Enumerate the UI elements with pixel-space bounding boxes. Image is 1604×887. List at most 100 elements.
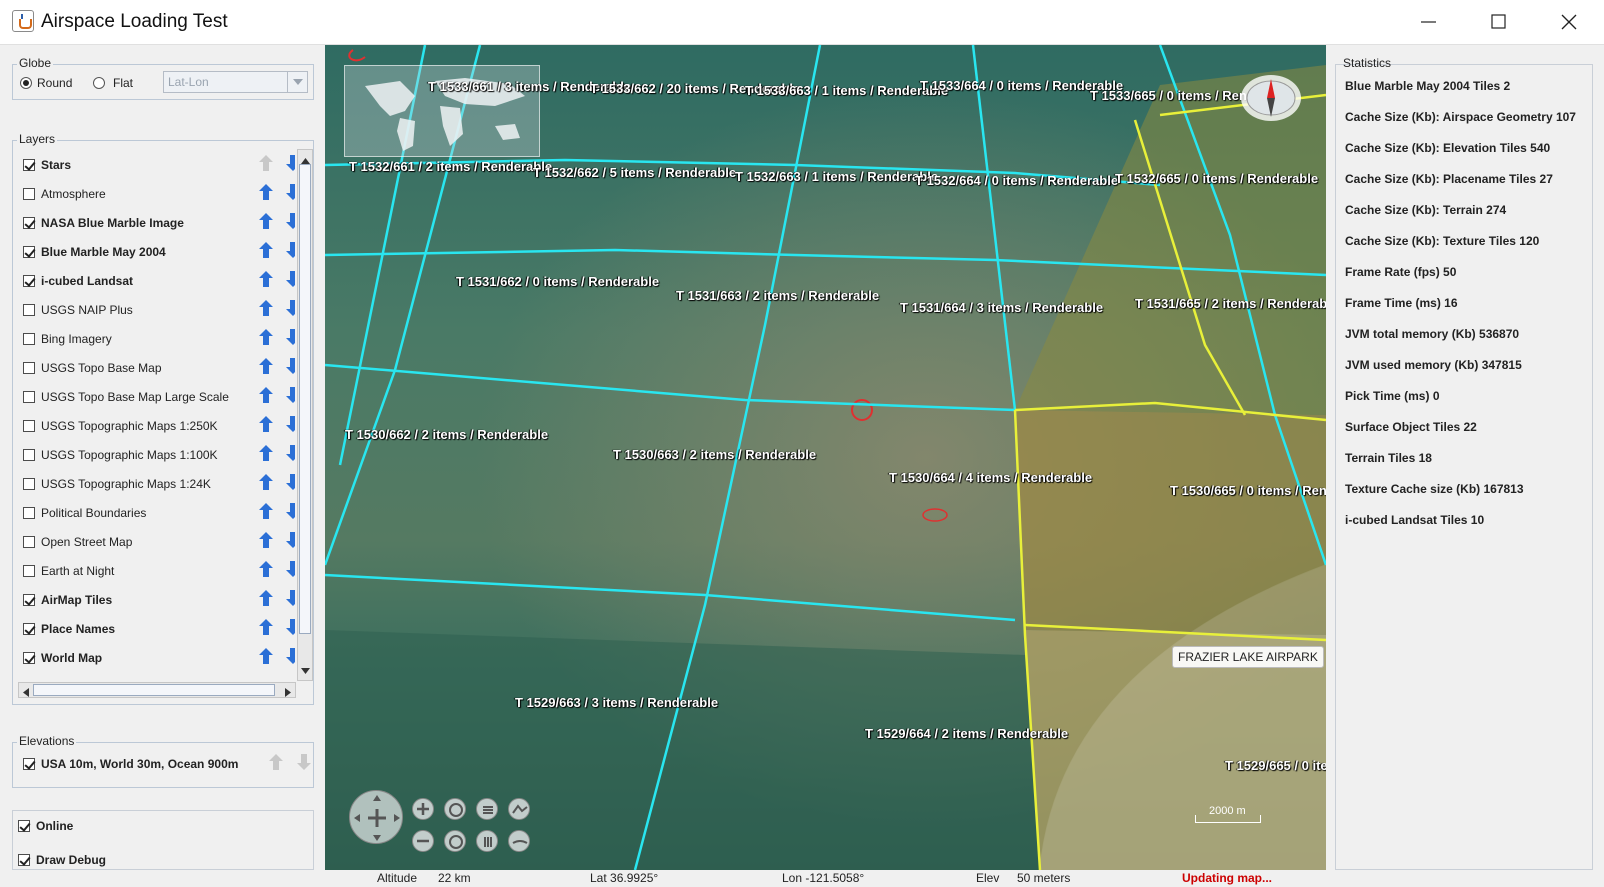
move-layer-down-icon[interactable] (286, 271, 295, 289)
layer-row[interactable]: Political Boundaries (23, 501, 295, 525)
move-layer-down-icon[interactable] (286, 213, 295, 231)
layer-row[interactable]: USGS Topographic Maps 1:24K (23, 472, 295, 496)
layer-row[interactable]: NASA Blue Marble Image (23, 211, 295, 235)
pan-control[interactable] (349, 790, 403, 844)
move-layer-down-icon[interactable] (286, 445, 295, 463)
projection-dropdown[interactable]: Lat-Lon (163, 71, 308, 93)
tilt-down-button[interactable] (476, 830, 498, 852)
move-layer-down-icon[interactable] (286, 619, 295, 637)
chevron-down-icon[interactable] (287, 72, 307, 92)
layer-checkbox[interactable] (23, 362, 35, 374)
layer-checkbox[interactable] (23, 275, 35, 287)
move-layer-up-icon[interactable] (259, 474, 275, 492)
layers-horizontal-scrollbar[interactable] (18, 682, 296, 698)
layers-vertical-scrollbar[interactable] (297, 149, 313, 681)
move-layer-down-icon[interactable] (286, 416, 295, 434)
move-layer-down-icon[interactable] (286, 300, 295, 318)
minimize-button[interactable] (1394, 0, 1464, 45)
layer-row[interactable]: Stars (23, 153, 295, 177)
zoom-in-button[interactable] (412, 798, 434, 820)
layer-row[interactable]: USGS Topo Base Map (23, 356, 295, 380)
layer-row[interactable]: Place Names (23, 617, 295, 641)
layer-checkbox[interactable] (23, 246, 35, 258)
move-layer-down-icon[interactable] (286, 532, 295, 550)
online-checkbox[interactable] (18, 820, 30, 832)
round-radio-option[interactable]: Round (20, 76, 72, 90)
flat-radio-option[interactable]: Flat (93, 76, 133, 90)
layer-checkbox[interactable] (23, 420, 35, 432)
move-layer-up-icon[interactable] (259, 590, 275, 608)
move-layer-down-icon[interactable] (286, 358, 295, 376)
layer-checkbox[interactable] (23, 188, 35, 200)
layer-checkbox[interactable] (23, 565, 35, 577)
move-layer-up-icon[interactable] (259, 213, 275, 231)
move-layer-down-icon[interactable] (286, 503, 295, 521)
elevation-row[interactable]: USA 10m, World 30m, Ocean 900m (23, 754, 311, 771)
exaggeration-down-button[interactable] (508, 830, 530, 852)
layer-checkbox[interactable] (23, 507, 35, 519)
layer-checkbox[interactable] (23, 623, 35, 635)
close-button[interactable] (1534, 0, 1604, 45)
rotate-left-button[interactable] (444, 798, 466, 820)
move-layer-down-icon[interactable] (286, 329, 295, 347)
layer-row[interactable]: Atmosphere (23, 182, 295, 206)
move-layer-up-icon[interactable] (259, 561, 275, 579)
exaggeration-up-button[interactable] (508, 798, 530, 820)
layer-checkbox[interactable] (23, 536, 35, 548)
layer-checkbox[interactable] (23, 478, 35, 490)
layers-hscroll-thumb[interactable] (33, 684, 275, 696)
move-layer-up-icon[interactable] (259, 416, 275, 434)
online-option[interactable]: Online (18, 819, 73, 833)
scroll-left-icon[interactable] (23, 686, 29, 700)
layer-row[interactable]: Open Street Map (23, 530, 295, 554)
layer-row[interactable]: Bing Imagery (23, 327, 295, 351)
layer-row[interactable]: USGS Topographic Maps 1:250K (23, 414, 295, 438)
layer-checkbox[interactable] (23, 159, 35, 171)
layer-row[interactable]: Earth at Night (23, 559, 295, 583)
layer-row[interactable]: World Map (23, 646, 295, 670)
move-layer-up-icon[interactable] (259, 358, 275, 376)
layer-row[interactable]: USGS Topo Base Map Large Scale (23, 385, 295, 409)
move-layer-up-icon[interactable] (259, 271, 275, 289)
zoom-out-button[interactable] (412, 830, 434, 852)
layer-checkbox[interactable] (23, 391, 35, 403)
flat-radio[interactable] (93, 77, 105, 89)
move-layer-up-icon[interactable] (259, 619, 275, 637)
draw-debug-option[interactable]: Draw Debug (18, 853, 106, 867)
move-layer-up-icon[interactable] (259, 387, 275, 405)
layer-row[interactable]: USGS Topographic Maps 1:100K (23, 443, 295, 467)
layer-row[interactable]: Blue Marble May 2004 (23, 240, 295, 264)
compass[interactable] (1241, 75, 1301, 121)
rotate-right-button[interactable] (444, 830, 466, 852)
move-layer-up-icon[interactable] (259, 503, 275, 521)
move-layer-up-icon[interactable] (259, 532, 275, 550)
layer-row[interactable]: USGS NAIP Plus (23, 298, 295, 322)
move-layer-up-icon[interactable] (259, 445, 275, 463)
layer-row[interactable]: AirMap Tiles (23, 588, 295, 612)
move-layer-down-icon[interactable] (286, 184, 295, 202)
world-map-view[interactable]: T 1533/661 / 3 items / Renderable T 1533… (325, 45, 1326, 870)
move-layer-down-icon[interactable] (286, 242, 295, 260)
move-layer-down-icon[interactable] (286, 561, 295, 579)
move-layer-down-icon[interactable] (286, 387, 295, 405)
move-layer-down-icon[interactable] (286, 648, 295, 666)
place-label-frazier-lake[interactable]: FRAZIER LAKE AIRPARK (1172, 646, 1324, 668)
draw-debug-checkbox[interactable] (18, 854, 30, 866)
tilt-up-button[interactable] (476, 798, 498, 820)
move-layer-up-icon[interactable] (259, 648, 275, 666)
layer-checkbox[interactable] (23, 594, 35, 606)
move-layer-up-icon[interactable] (259, 300, 275, 318)
move-layer-down-icon[interactable] (286, 474, 295, 492)
round-radio[interactable] (20, 77, 32, 89)
move-layer-up-icon[interactable] (259, 242, 275, 260)
layer-checkbox[interactable] (23, 652, 35, 664)
layer-checkbox[interactable] (23, 304, 35, 316)
move-layer-up-icon[interactable] (259, 329, 275, 347)
move-layer-down-icon[interactable] (286, 155, 295, 173)
layer-checkbox[interactable] (23, 449, 35, 461)
scroll-down-icon[interactable] (301, 663, 310, 677)
scroll-right-icon[interactable] (285, 686, 291, 700)
move-layer-up-icon[interactable] (259, 184, 275, 202)
elevation-checkbox[interactable] (23, 758, 35, 770)
move-layer-down-icon[interactable] (286, 590, 295, 608)
